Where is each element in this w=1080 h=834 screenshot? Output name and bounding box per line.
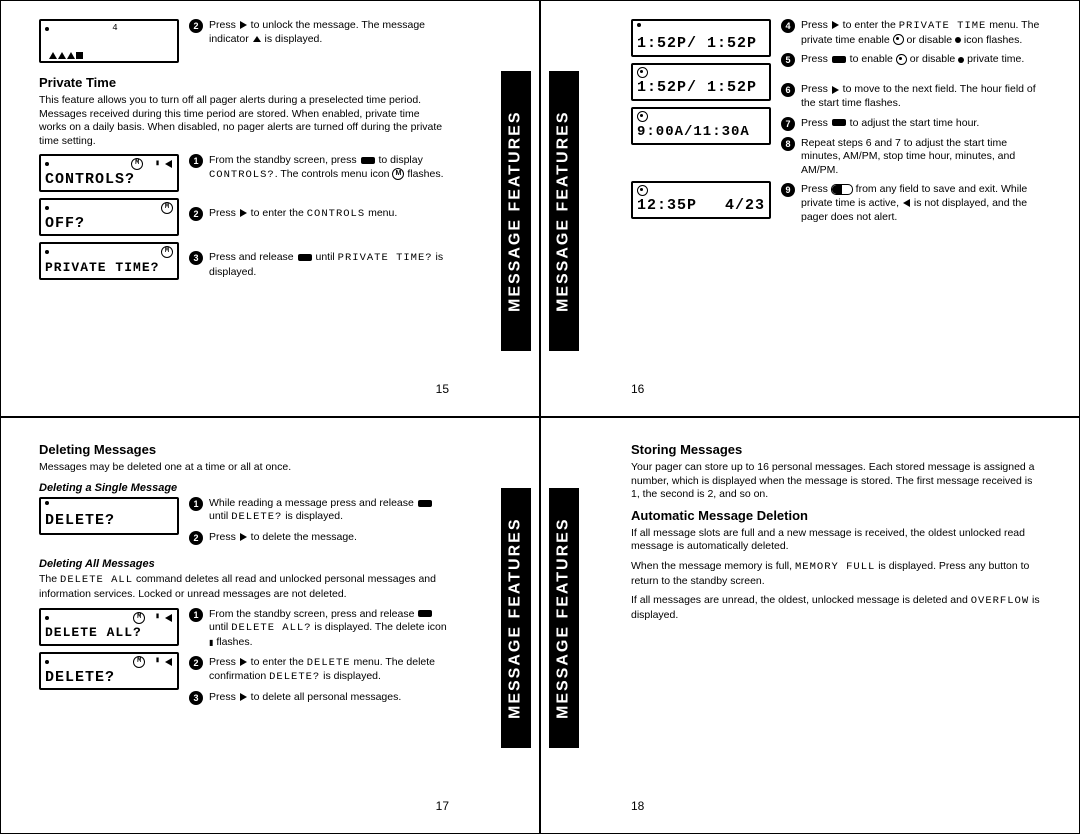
page-number: 16 (631, 382, 644, 398)
page-number: 15 (436, 382, 449, 398)
desc-auto-delete-1: If all message slots are full and a new … (631, 527, 1041, 554)
page-16: 1:52P/ 1:52P 1:52P/ 1:52P 9:00A/11:30A 1… (540, 0, 1080, 417)
step-pt-7: 7 Press to adjust the start time hour. (781, 117, 1041, 131)
step-unlock-2: 2 Press to unlock the message. The messa… (189, 19, 449, 46)
heading-delete-all: Deleting All Messages (39, 557, 449, 571)
lcd-time-3: 9:00A/11:30A (631, 107, 771, 145)
step-pt-9: 9 Press from any field to save and exit.… (781, 183, 1041, 224)
heading-delete-single: Deleting a Single Message (39, 481, 449, 495)
tab-message-features: MESSAGE FEATURES (501, 488, 531, 748)
page-number: 17 (436, 799, 449, 815)
step-pt-2: 2 Press to enter the CONTROLS menu. (189, 207, 449, 222)
step-pt-4: 4 Press to enter the PRIVATE TIME menu. … (781, 19, 1041, 47)
heading-storing-messages: Storing Messages (631, 442, 1041, 459)
page-number: 18 (631, 799, 644, 815)
tab-message-features: MESSAGE FEATURES (549, 71, 579, 351)
step-delsingle-1: 1 While reading a message press and rele… (189, 497, 449, 525)
step-pt-5: 5 Press to enable or disable private tim… (781, 53, 1041, 67)
page-15: 4 2 Press to unlock the message. The mes… (0, 0, 540, 417)
desc-deleting: Messages may be deleted one at a time or… (39, 461, 449, 475)
lcd-delete-confirm: M▮ DELETE? (39, 652, 179, 690)
heading-private-time: Private Time (39, 75, 449, 92)
desc-auto-delete-2: When the message memory is full, MEMORY … (631, 560, 1041, 588)
step-delall-1: 1 From the standby screen, press and rel… (189, 608, 449, 650)
lcd-controls: M▮ CONTROLS? (39, 154, 179, 192)
step-delall-3: 3 Press to delete all personal messages. (189, 691, 449, 705)
page-18: Storing Messages Your pager can store up… (540, 417, 1080, 834)
step-pt-6: 6 Press to move to the next field. The h… (781, 83, 1041, 110)
heading-auto-delete: Automatic Message Deletion (631, 508, 1041, 525)
page-17: Deleting Messages Messages may be delete… (0, 417, 540, 834)
lcd-delete: DELETE? (39, 497, 179, 535)
step-pt-1: 1 From the standby screen, press to disp… (189, 154, 449, 182)
step-pt-8: 8 Repeat steps 6 and 7 to adjust the sta… (781, 137, 1041, 178)
lcd-time-1: 1:52P/ 1:52P (631, 19, 771, 57)
tab-message-features: MESSAGE FEATURES (549, 488, 579, 748)
lcd-msg-indicator: 4 (39, 19, 179, 63)
desc-private-time: This feature allows you to turn off all … (39, 94, 449, 149)
lcd-off: M OFF? (39, 198, 179, 236)
step-pt-3: 3 Press and release until PRIVATE TIME? … (189, 251, 449, 279)
lcd-time-2: 1:52P/ 1:52P (631, 63, 771, 101)
desc-storing: Your pager can store up to 16 personal m… (631, 461, 1041, 502)
tab-message-features: MESSAGE FEATURES (501, 71, 531, 351)
desc-delete-all: The DELETE ALL command deletes all read … (39, 573, 449, 601)
step-delall-2: 2 Press to enter the DELETE menu. The de… (189, 656, 449, 685)
lcd-standby: 12:35P4/23 (631, 181, 771, 219)
lcd-private-time: M PRIVATE TIME? (39, 242, 179, 280)
step-delsingle-2: 2 Press to delete the message. (189, 531, 449, 545)
heading-deleting-messages: Deleting Messages (39, 442, 449, 459)
desc-auto-delete-3: If all messages are unread, the oldest, … (631, 594, 1041, 622)
lcd-delete-all: M▮ DELETE ALL? (39, 608, 179, 646)
